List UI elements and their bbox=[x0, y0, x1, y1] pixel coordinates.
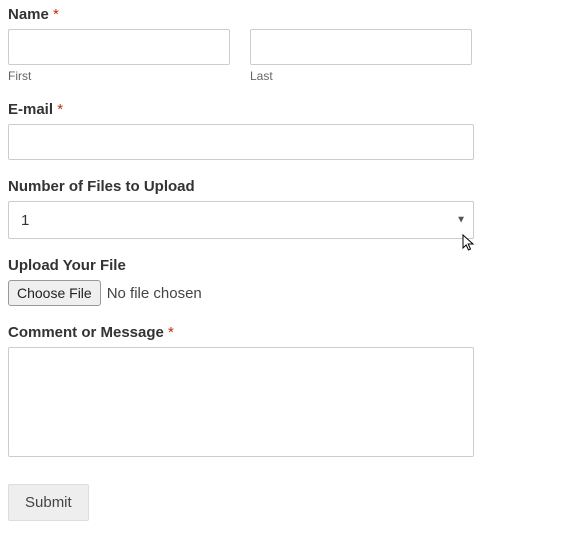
name-row: First Last bbox=[8, 29, 554, 83]
upload-form: Name * First Last E-mail * Number of Fil… bbox=[0, 0, 562, 531]
comment-label: Comment or Message * bbox=[8, 324, 554, 341]
email-label-text: E-mail bbox=[8, 101, 53, 118]
email-label: E-mail * bbox=[8, 101, 554, 118]
last-name-sublabel: Last bbox=[250, 69, 472, 83]
required-mark: * bbox=[53, 6, 59, 23]
upload-label: Upload Your File bbox=[8, 257, 554, 274]
name-label: Name * bbox=[8, 6, 554, 23]
required-mark: * bbox=[168, 324, 174, 341]
email-input[interactable] bbox=[8, 124, 474, 160]
submit-row: Submit bbox=[8, 484, 554, 521]
choose-file-button[interactable]: Choose File bbox=[8, 280, 101, 306]
num-files-label: Number of Files to Upload bbox=[8, 178, 554, 195]
comment-label-text: Comment or Message bbox=[8, 324, 164, 341]
name-group: Name * First Last bbox=[8, 6, 554, 83]
first-name-col: First bbox=[8, 29, 230, 83]
last-name-col: Last bbox=[250, 29, 472, 83]
first-name-input[interactable] bbox=[8, 29, 230, 65]
upload-group: Upload Your File Choose File No file cho… bbox=[8, 257, 554, 306]
comment-textarea[interactable] bbox=[8, 347, 474, 457]
email-group: E-mail * bbox=[8, 101, 554, 160]
num-files-group: Number of Files to Upload 1 ▼ bbox=[8, 178, 554, 239]
num-files-selected-value: 1 bbox=[21, 212, 29, 229]
num-files-select[interactable]: 1 bbox=[8, 201, 474, 239]
num-files-label-text: Number of Files to Upload bbox=[8, 178, 195, 195]
num-files-select-wrap: 1 ▼ bbox=[8, 201, 474, 239]
required-mark: * bbox=[57, 101, 63, 118]
upload-label-text: Upload Your File bbox=[8, 257, 126, 274]
name-label-text: Name bbox=[8, 6, 49, 23]
comment-group: Comment or Message * bbox=[8, 324, 554, 462]
last-name-input[interactable] bbox=[250, 29, 472, 65]
submit-button[interactable]: Submit bbox=[8, 484, 89, 521]
file-status-text: No file chosen bbox=[107, 285, 202, 302]
first-name-sublabel: First bbox=[8, 69, 230, 83]
file-row: Choose File No file chosen bbox=[8, 280, 554, 306]
